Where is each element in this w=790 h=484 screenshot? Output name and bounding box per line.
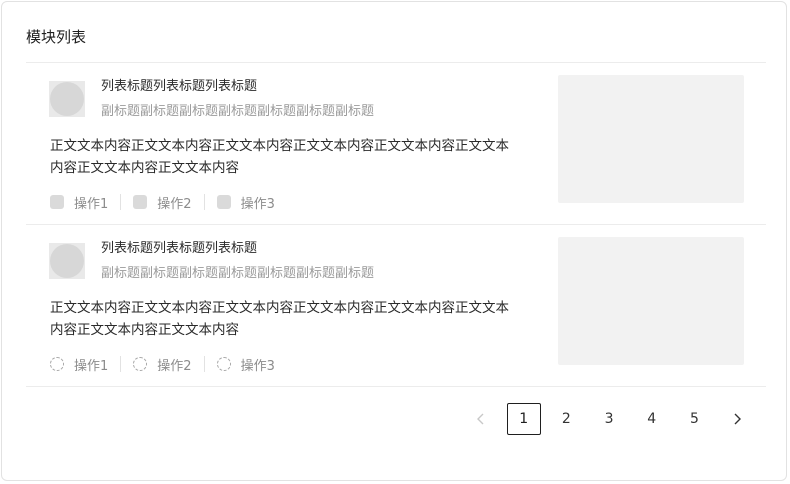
dashed-circle-icon (216, 357, 231, 371)
action-label: 操作2 (157, 358, 192, 374)
avatar (49, 81, 85, 117)
list-item: 列表标题列表标题列表标题 副标题副标题副标题副标题副标题副标题副标题 正文文本内… (26, 63, 766, 225)
action-divider (203, 194, 205, 210)
module-card: 模块列表 列表标题列表标题列表标题 副标题副标题副标题副标题副标题副标题副标题 … (1, 1, 787, 481)
item-divider (26, 386, 766, 387)
action-button-1[interactable]: 操作1 (50, 355, 108, 374)
dashed-circle-icon (50, 357, 64, 371)
avatar (49, 243, 85, 279)
image-placeholder (558, 237, 744, 365)
action-divider (120, 194, 122, 210)
list-item-subtitle: 副标题副标题副标题副标题副标题副标题副标题 (101, 104, 375, 119)
list-item-subtitle: 副标题副标题副标题副标题副标题副标题副标题 (101, 266, 375, 281)
list-item-body: 正文文本内容正文文本内容正文文本内容正文文本内容正文文本内容正文文本内容正文文本… (50, 138, 509, 176)
action-button-2[interactable]: 操作2 (133, 193, 192, 212)
page-button-4[interactable]: 4 (635, 403, 669, 435)
page-button-3[interactable]: 3 (592, 403, 626, 435)
list-item-body: 正文文本内容正文文本内容正文文本内容正文文本内容正文文本内容正文文本内容正文文本… (50, 300, 509, 338)
page-button-1[interactable]: 1 (506, 403, 541, 435)
action-label: 操作3 (240, 196, 275, 212)
page-button-5[interactable]: 5 (677, 403, 711, 435)
dashed-circle-icon (133, 357, 148, 371)
action-label: 操作1 (74, 196, 109, 212)
module-title: 模块列表 (26, 28, 87, 46)
action-label: 操作3 (240, 358, 275, 374)
list-item-title: 列表标题列表标题列表标题 (101, 241, 258, 256)
page-button-2[interactable]: 2 (549, 403, 583, 435)
prev-page-button[interactable] (464, 403, 498, 435)
action-button-3[interactable]: 操作3 (216, 355, 275, 374)
action-divider (120, 356, 122, 372)
square-icon (216, 195, 231, 209)
list-item-actions: 操作1 操作2 操作3 (50, 353, 275, 375)
action-button-2[interactable]: 操作2 (133, 355, 192, 374)
list-item-title: 列表标题列表标题列表标题 (101, 79, 258, 94)
square-icon (133, 195, 148, 209)
pagination: 1 2 3 4 5 (464, 402, 763, 436)
next-page-button[interactable] (720, 403, 754, 435)
action-divider (203, 356, 205, 372)
list-item-actions: 操作1 操作2 操作3 (50, 191, 275, 213)
action-label: 操作1 (74, 358, 109, 374)
action-button-1[interactable]: 操作1 (50, 193, 108, 212)
image-placeholder (558, 75, 744, 203)
chevron-left-icon (477, 413, 484, 425)
action-label: 操作2 (157, 196, 192, 212)
square-icon (50, 195, 64, 209)
list-item: 列表标题列表标题列表标题 副标题副标题副标题副标题副标题副标题副标题 正文文本内… (26, 225, 766, 387)
action-button-3[interactable]: 操作3 (216, 193, 275, 212)
chevron-right-icon (734, 413, 742, 425)
